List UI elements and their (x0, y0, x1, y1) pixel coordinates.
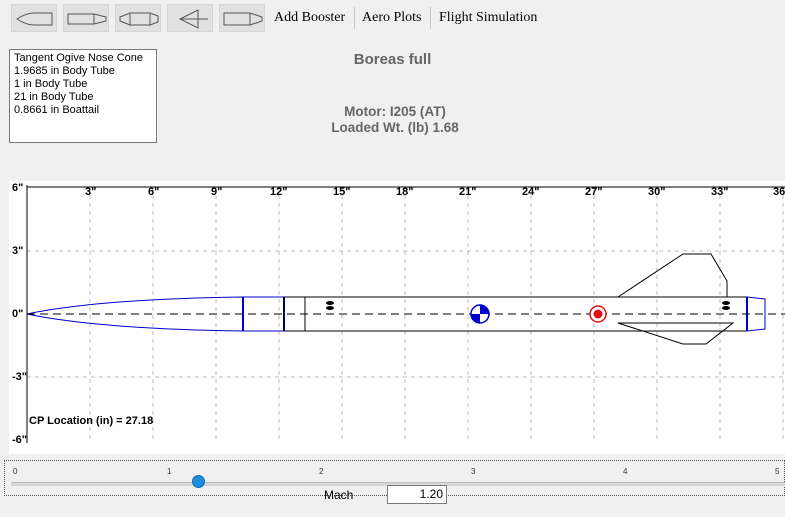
flight-simulation-link[interactable]: Flight Simulation (439, 10, 537, 26)
loaded-weight: Loaded Wt. (lb) 1.68 (331, 120, 459, 135)
y-tick-label: -6" (12, 434, 27, 446)
aero-plots-link[interactable]: Aero Plots (362, 10, 422, 26)
launch-lug (326, 301, 334, 305)
fin-upper (617, 253, 728, 298)
cp-location-label: CP Location (in) = 27.18 (29, 415, 154, 427)
launch-lug (722, 301, 730, 305)
rocket-drawing: 6" 3" 0" -3" -6" 3" 6" 9" 12" 15" 18" 21… (12, 182, 785, 446)
cp-marker (589, 305, 607, 323)
parts-list[interactable]: Tangent Ogive Nose Cone 1.9685 in Body T… (9, 49, 157, 143)
mach-tick-label: 4 (623, 467, 628, 476)
x-tick-label: 18" (396, 186, 413, 198)
transition-icon (119, 12, 159, 26)
cg-marker (470, 304, 490, 324)
mach-panel: 0 1 2 3 4 5 Mach 1.20 (0, 458, 785, 517)
parts-list-item[interactable]: 1 in Body Tube (14, 78, 152, 91)
x-tick-label: 30" (648, 186, 665, 198)
y-tick-label: 3" (12, 245, 23, 257)
parts-list-item[interactable]: Tangent Ogive Nose Cone (14, 52, 152, 65)
fin-set-icon (178, 9, 208, 29)
boattail-icon (223, 12, 263, 26)
launch-lug (326, 306, 334, 310)
mach-slider-thumb[interactable] (192, 475, 205, 488)
toolbar: Add Booster Aero Plots Flight Simulation (0, 0, 785, 36)
transition-button[interactable] (115, 4, 161, 32)
parts-list-item[interactable]: 1.9685 in Body Tube (14, 65, 152, 78)
nose-cone-button[interactable] (11, 4, 57, 32)
x-tick-label: 15" (333, 186, 350, 198)
y-tick-label: 0" (12, 308, 23, 320)
mach-tick-label: 2 (319, 467, 324, 476)
boattail-button[interactable] (219, 4, 265, 32)
nose-cone-icon (16, 12, 53, 26)
parts-list-item[interactable]: 0.8661 in Boattail (14, 104, 152, 117)
mach-tick-label: 0 (13, 467, 18, 476)
x-tick-label: 36 (773, 186, 785, 198)
toolbar-separator (354, 7, 355, 29)
grid (27, 187, 785, 443)
mach-value-input[interactable]: 1.20 (387, 485, 447, 504)
x-tick-label: 27" (585, 186, 602, 198)
x-tick-label: 6" (148, 186, 159, 198)
fin-lower (617, 322, 735, 345)
x-tick-label: 24" (522, 186, 539, 198)
x-tick-label: 3" (85, 186, 96, 198)
motor-label: Motor: I205 (AT) (344, 104, 446, 119)
motor-info: Motor: I205 (AT) Loaded Wt. (lb) 1.68 (290, 104, 500, 136)
toolbar-separator (430, 7, 431, 29)
rocket-plot[interactable]: 6" 3" 0" -3" -6" 3" 6" 9" 12" 15" 18" 21… (9, 181, 785, 454)
body-tube-icon (67, 13, 107, 25)
mach-tick-label: 1 (167, 467, 172, 476)
mach-tick-label: 5 (775, 467, 780, 476)
launch-lug (722, 306, 730, 310)
rocket-name: Boreas full (353, 51, 432, 68)
x-tick-label: 12" (270, 186, 287, 198)
mach-label: Mach (324, 488, 354, 502)
y-tick-label: 6" (12, 182, 23, 194)
mach-tick-label: 3 (471, 467, 476, 476)
x-tick-label: 33" (711, 186, 728, 198)
x-tick-label: 9" (211, 186, 222, 198)
body-tube-button[interactable] (63, 4, 109, 32)
y-tick-label: -3" (12, 371, 27, 383)
parts-list-item[interactable]: 21 in Body Tube (14, 91, 152, 104)
x-tick-label: 21" (459, 186, 476, 198)
add-booster-link[interactable]: Add Booster (274, 10, 345, 26)
fin-set-button[interactable] (167, 4, 213, 32)
